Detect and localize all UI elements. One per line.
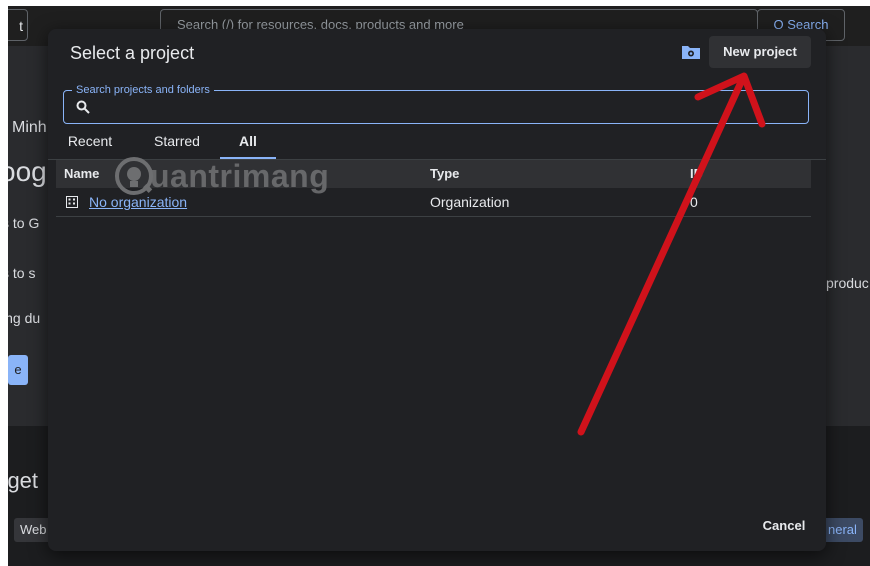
header-name[interactable]: Name xyxy=(64,160,99,188)
row-type: Organization xyxy=(430,194,510,210)
search-projects-field[interactable]: Search projects and folders xyxy=(63,83,809,124)
background-text-to-s: s to s xyxy=(8,265,36,281)
organization-icon xyxy=(66,196,78,208)
folder-settings-icon[interactable] xyxy=(681,43,701,61)
background-text-google: oog xyxy=(8,156,47,187)
select-project-dialog: Select a project New project Search proj… xyxy=(48,29,826,551)
cancel-button[interactable]: Cancel xyxy=(748,512,820,540)
row-id: 0 xyxy=(690,194,698,210)
background-chip-general[interactable]: neral xyxy=(822,518,863,542)
search-field-label: Search projects and folders xyxy=(72,83,214,97)
header-id[interactable]: ID xyxy=(690,160,703,188)
background-blue-button[interactable]: e xyxy=(8,355,28,385)
background-text-produc: produc xyxy=(826,275,869,291)
tab-recent-label: Recent xyxy=(67,133,113,149)
background-text-minh: Minh xyxy=(12,119,47,136)
watermark-text: uantrimang xyxy=(150,158,330,194)
tab-starred-label: Starred xyxy=(154,133,200,149)
tab-all-label: All xyxy=(239,133,257,149)
background-chip-web[interactable]: Web xyxy=(14,518,53,542)
background-text-to-g: s to G xyxy=(8,215,40,231)
search-icon xyxy=(76,100,90,114)
background-text-get: r get xyxy=(8,468,39,493)
background-text-ding: ing du xyxy=(8,310,41,326)
watermark: uantrimang xyxy=(110,152,360,208)
header-type[interactable]: Type xyxy=(430,160,459,188)
dialog-title: Select a project xyxy=(70,43,195,63)
background-left-button[interactable]: t xyxy=(8,9,28,41)
lightbulb-logo-icon xyxy=(115,157,153,195)
new-project-button[interactable]: New project xyxy=(709,36,811,68)
